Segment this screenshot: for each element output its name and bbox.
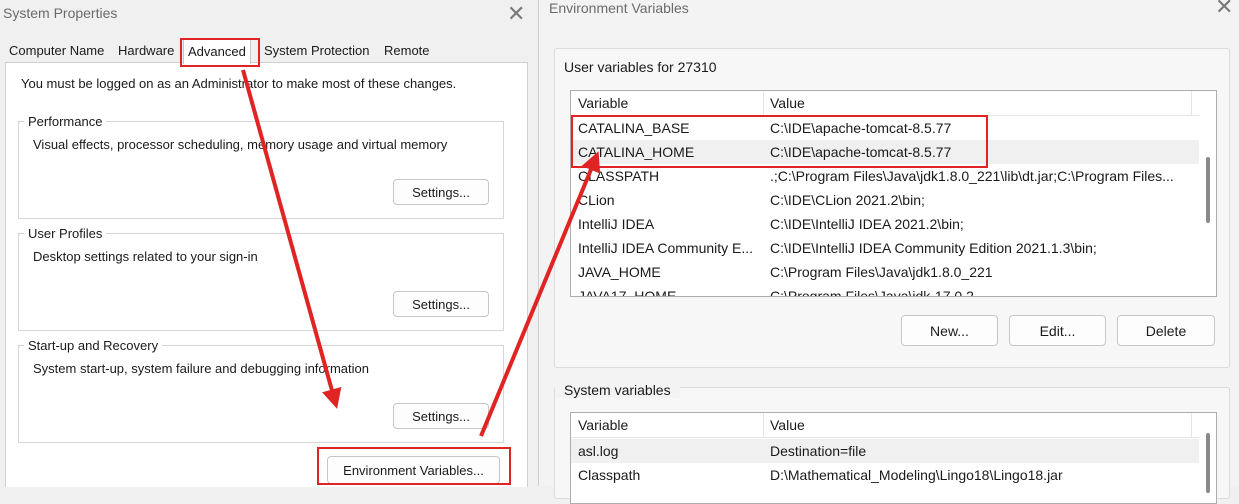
table-row[interactable]: IntelliJ IDEA Community E... C:\IDE\Inte… — [571, 236, 1199, 260]
group-description: Desktop settings related to your sign-in — [33, 249, 258, 264]
vertical-scrollbar[interactable] — [1200, 91, 1216, 296]
column-divider — [1191, 413, 1192, 437]
variable-name: IntelliJ IDEA Community E... — [578, 240, 754, 256]
variable-value: C:\Program Files\Java\jdk1.8.0_221 — [770, 264, 993, 280]
column-header-variable[interactable]: Variable — [578, 417, 628, 433]
group-description: System start-up, system failure and debu… — [33, 361, 370, 376]
variable-value: C:\IDE\CLion 2021.2\bin; — [770, 192, 925, 208]
close-icon[interactable]: ✕ — [507, 3, 525, 25]
startup-recovery-group: Start-up and Recovery System start-up, s… — [18, 338, 504, 443]
system-properties-window: System Properties ✕ Computer Name Hardwa… — [0, 0, 537, 487]
user-profiles-settings-button[interactable]: Settings... — [393, 291, 489, 317]
window-title: System Properties — [3, 5, 118, 21]
column-header-value[interactable]: Value — [770, 417, 805, 433]
variable-value: C:\IDE\apache-tomcat-8.5.77 — [770, 120, 952, 136]
scrollbar-thumb[interactable] — [1206, 157, 1210, 223]
variable-name: CLion — [578, 192, 615, 208]
user-variables-list[interactable]: Variable Value CATALINA_BASE C:\IDE\apac… — [570, 90, 1217, 297]
group-title: Start-up and Recovery — [24, 338, 163, 353]
list-header: Variable Value — [571, 91, 1200, 116]
user-variables-section: User variables for 27310 Variable Value … — [554, 48, 1230, 368]
variable-name: Classpath — [578, 467, 641, 483]
variable-value: .;C:\Program Files\Java\jdk1.8.0_221\lib… — [770, 168, 1174, 184]
system-variables-section: System variables Variable Value asl.log … — [554, 382, 1230, 504]
table-row[interactable]: CATALINA_HOME C:\IDE\apache-tomcat-8.5.7… — [571, 140, 1199, 164]
variable-value: C:\IDE\IntelliJ IDEA 2021.2\bin; — [770, 216, 964, 232]
vertical-scrollbar[interactable] — [1200, 413, 1216, 503]
delete-button[interactable]: Delete — [1117, 315, 1215, 346]
tab-advanced[interactable]: Advanced — [183, 38, 251, 64]
variable-name: CATALINA_BASE — [578, 120, 690, 136]
table-row[interactable]: asl.log Destination=file — [571, 439, 1199, 463]
new-button[interactable]: New... — [901, 315, 998, 346]
tab-system-protection[interactable]: System Protection — [260, 40, 374, 62]
admin-note: You must be logged on as an Administrato… — [21, 76, 457, 91]
variable-name: CATALINA_HOME — [578, 144, 695, 160]
section-title: User variables for 27310 — [564, 59, 717, 75]
variable-value: C:\IDE\apache-tomcat-8.5.77 — [770, 144, 952, 160]
variable-value: C:\Program Files\Java\jdk-17.0.2 — [770, 288, 974, 297]
edit-button[interactable]: Edit... — [1009, 315, 1106, 346]
variable-name: CLASSPATH — [578, 168, 660, 184]
table-row[interactable]: CLion C:\IDE\CLion 2021.2\bin; — [571, 188, 1199, 212]
group-description: Visual effects, processor scheduling, me… — [33, 137, 448, 152]
user-profiles-group: User Profiles Desktop settings related t… — [18, 226, 504, 331]
variable-value: D:\Mathematical_Modeling\Lingo18\Lingo18… — [770, 467, 1063, 483]
variable-value: C:\IDE\IntelliJ IDEA Community Edition 2… — [770, 240, 1097, 256]
table-row[interactable]: Classpath D:\Mathematical_Modeling\Lingo… — [571, 463, 1199, 487]
column-header-value[interactable]: Value — [770, 95, 805, 111]
group-title: User Profiles — [24, 226, 107, 241]
startup-recovery-settings-button[interactable]: Settings... — [393, 403, 489, 429]
table-row[interactable]: JAVA17_HOME C:\Program Files\Java\jdk-17… — [571, 284, 1199, 297]
system-variables-list[interactable]: Variable Value asl.log Destination=file … — [570, 412, 1217, 504]
performance-group: Performance Visual effects, processor sc… — [18, 114, 504, 219]
table-row[interactable]: CATALINA_BASE C:\IDE\apache-tomcat-8.5.7… — [571, 116, 1199, 140]
variable-name: IntelliJ IDEA — [578, 216, 655, 232]
table-row[interactable]: IntelliJ IDEA C:\IDE\IntelliJ IDEA 2021.… — [571, 212, 1199, 236]
scrollbar-thumb[interactable] — [1206, 433, 1210, 493]
tab-hardware[interactable]: Hardware — [114, 40, 178, 62]
window-title: Environment Variables — [549, 0, 689, 16]
variable-name: asl.log — [578, 443, 619, 459]
column-header-variable[interactable]: Variable — [578, 95, 628, 111]
variable-name: JAVA_HOME — [578, 264, 661, 280]
column-divider — [1191, 91, 1192, 115]
column-divider — [763, 413, 764, 437]
group-title: Performance — [24, 114, 107, 129]
table-row[interactable]: JAVA_HOME C:\Program Files\Java\jdk1.8.0… — [571, 260, 1199, 284]
table-row[interactable]: CLASSPATH .;C:\Program Files\Java\jdk1.8… — [571, 164, 1199, 188]
environment-variables-button[interactable]: Environment Variables... — [327, 456, 500, 484]
section-title: System variables — [555, 382, 680, 398]
environment-variables-window: Environment Variables ✕ User variables f… — [538, 0, 1239, 504]
variable-name: JAVA17_HOME — [578, 288, 677, 297]
close-icon[interactable]: ✕ — [1215, 0, 1233, 18]
tab-remote[interactable]: Remote — [380, 40, 434, 62]
tab-computer-name[interactable]: Computer Name — [5, 40, 108, 62]
performance-settings-button[interactable]: Settings... — [393, 179, 489, 205]
list-header: Variable Value — [571, 413, 1200, 438]
column-divider — [763, 91, 764, 115]
variable-value: Destination=file — [770, 443, 867, 459]
